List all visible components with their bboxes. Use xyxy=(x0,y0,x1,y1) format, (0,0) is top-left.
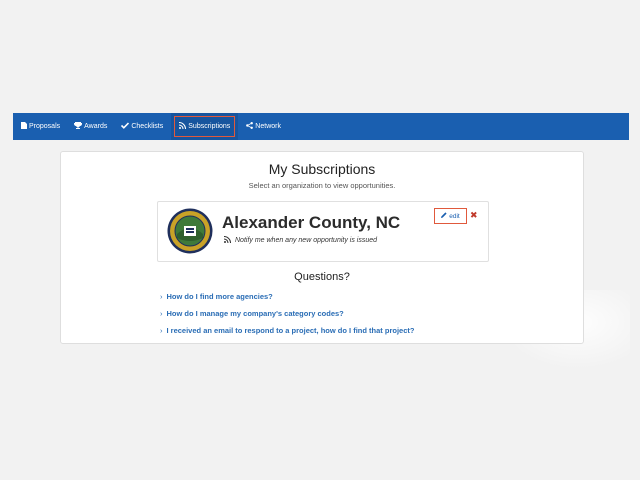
chevron-right-icon: › xyxy=(160,309,163,318)
top-navbar: Proposals Awards Checklists Subscription… xyxy=(13,113,629,140)
rss-icon xyxy=(223,235,232,245)
nav-checklists-label: Checklists xyxy=(131,123,164,130)
nav-proposals[interactable]: Proposals xyxy=(15,113,66,140)
nav-subscriptions[interactable]: Subscriptions xyxy=(171,113,239,140)
share-icon xyxy=(246,122,254,131)
nav-subscriptions-label: Subscriptions xyxy=(188,123,231,130)
organization-name[interactable]: Alexander County, NC xyxy=(222,213,400,233)
faq-link-find-project[interactable]: › I received an email to respond to a pr… xyxy=(160,322,414,339)
chevron-right-icon: › xyxy=(160,292,163,301)
rss-icon xyxy=(179,121,187,131)
nav-proposals-label: Proposals xyxy=(29,123,61,130)
delete-icon[interactable]: ✖ xyxy=(470,210,478,221)
trophy-icon xyxy=(74,122,83,131)
faq-list: › How do I find more agencies? › How do … xyxy=(160,288,414,339)
nav-awards[interactable]: Awards xyxy=(68,113,113,140)
faq-link-agencies[interactable]: › How do I find more agencies? xyxy=(160,288,414,305)
nav-network[interactable]: Network xyxy=(240,113,287,140)
page-subtitle: Select an organization to view opportuni… xyxy=(248,181,396,190)
subscription-card[interactable]: Alexander County, NC Notify me when any … xyxy=(157,201,489,262)
file-icon xyxy=(21,122,27,131)
nav-checklists[interactable]: Checklists xyxy=(115,113,169,140)
edit-label: edit xyxy=(449,212,460,220)
nav-network-label: Network xyxy=(255,123,281,130)
chevron-right-icon: › xyxy=(160,326,163,335)
faq-text: I received an email to respond to a proj… xyxy=(166,326,415,335)
faq-link-category-codes[interactable]: › How do I manage my company's category … xyxy=(160,305,414,322)
pencil-icon xyxy=(441,212,447,220)
questions-heading: Questions? xyxy=(294,271,350,283)
faq-text: How do I manage my company's category co… xyxy=(166,309,344,318)
check-icon xyxy=(121,122,130,131)
page-title: My Subscriptions xyxy=(268,161,376,177)
faq-text: How do I find more agencies? xyxy=(166,292,273,301)
edit-button[interactable]: edit xyxy=(434,208,467,224)
county-seal-logo xyxy=(167,208,213,254)
subscriptions-panel: My Subscriptions Select an organization … xyxy=(60,151,584,344)
notify-text: Notify me when any new opportunity is is… xyxy=(235,237,378,244)
notify-setting: Notify me when any new opportunity is is… xyxy=(223,235,378,245)
nav-awards-label: Awards xyxy=(84,123,108,130)
